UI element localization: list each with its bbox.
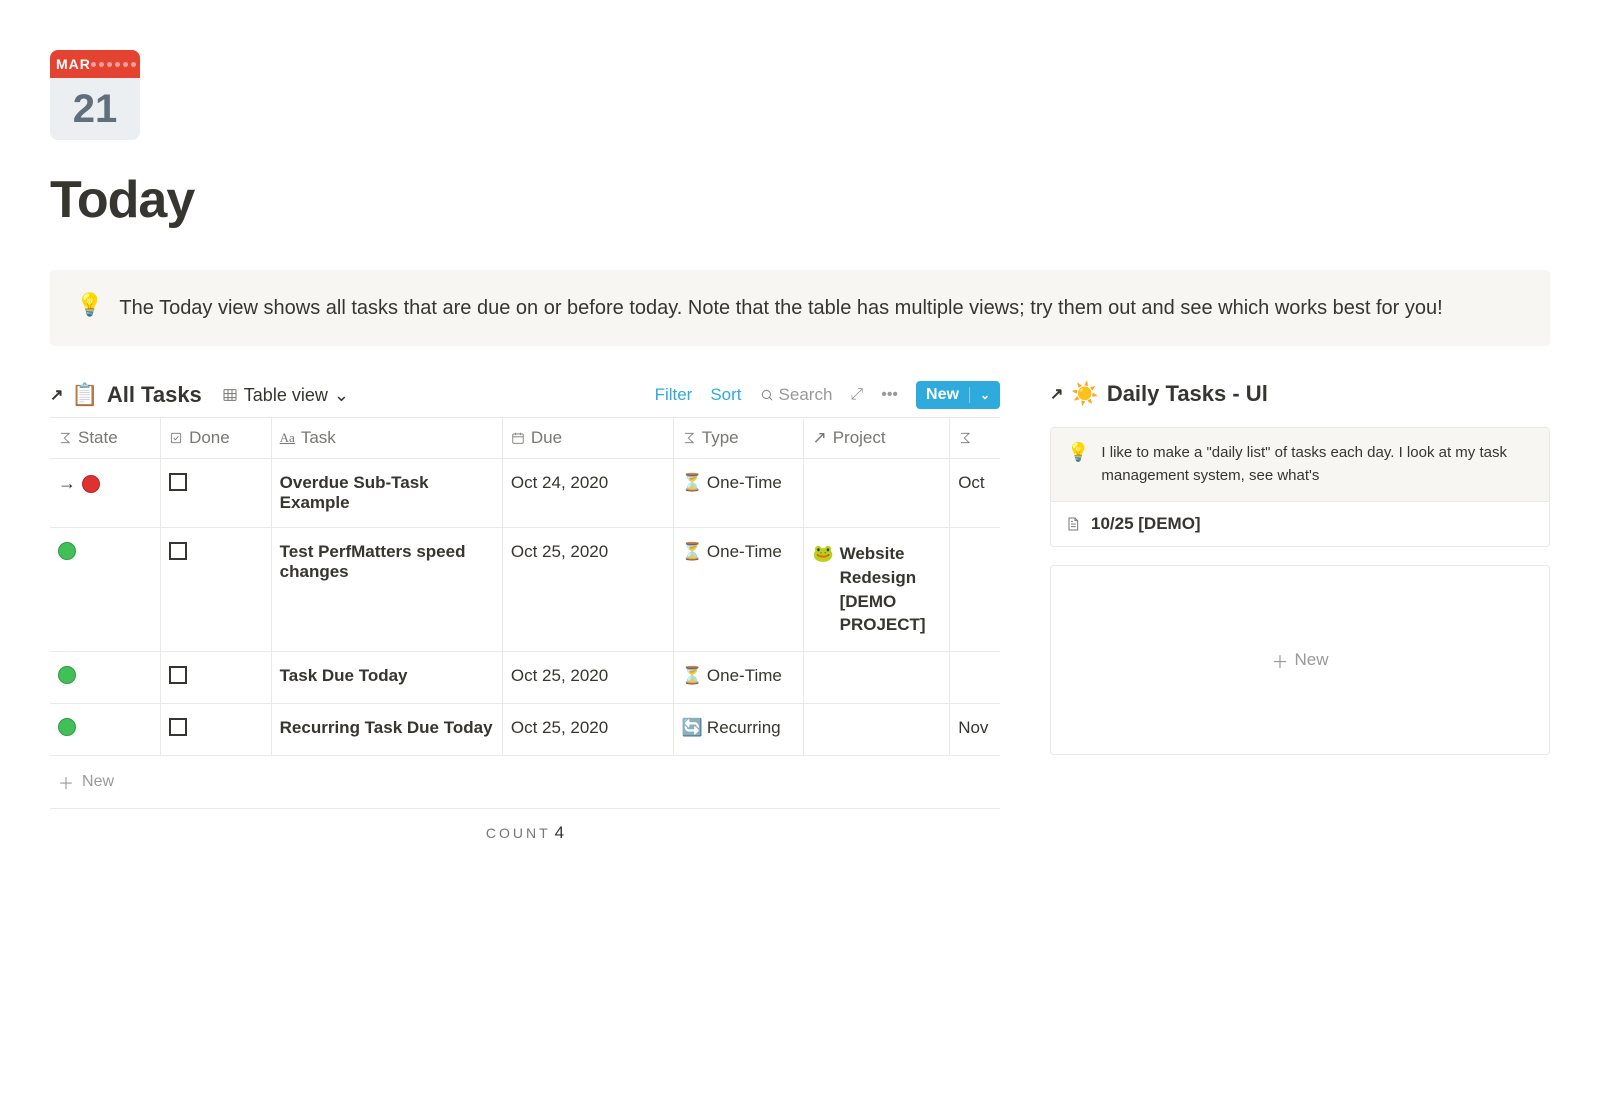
info-callout: 💡 The Today view shows all tasks that ar… xyxy=(50,270,1550,346)
type-icon: ⏳ xyxy=(682,473,703,493)
type-cell[interactable]: ⏳One-Time xyxy=(682,542,796,562)
lightbulb-icon: 💡 xyxy=(76,292,103,318)
search-button[interactable]: Search xyxy=(760,385,833,405)
page-icon[interactable]: MAR 21 xyxy=(50,50,140,140)
column-header-project[interactable]: ↗Project xyxy=(804,418,950,459)
task-name[interactable]: Task Due Today xyxy=(280,666,408,685)
table-icon xyxy=(222,387,238,403)
task-name[interactable]: Overdue Sub-Task Example xyxy=(280,473,429,512)
sidebar-database-title[interactable]: ↗ ☀️ Daily Tasks - Ul xyxy=(1050,381,1550,407)
extra-cell[interactable]: Nov xyxy=(950,704,1000,756)
state-dot xyxy=(58,542,76,560)
sigma-icon xyxy=(682,431,696,445)
page-icon xyxy=(1065,516,1081,532)
task-name[interactable]: Test PerfMatters speed changes xyxy=(280,542,466,581)
calendar-day: 21 xyxy=(50,78,140,140)
database-title[interactable]: ↗ 📋 All Tasks xyxy=(50,382,202,408)
sigma-icon xyxy=(958,431,972,445)
search-icon xyxy=(760,388,774,402)
extra-cell[interactable] xyxy=(950,652,1000,704)
view-selector[interactable]: Table view ⌄ xyxy=(222,385,349,406)
project-cell[interactable]: 🐸Website Redesign [DEMO PROJECT] xyxy=(812,542,941,637)
type-cell[interactable]: ⏳One-Time xyxy=(682,666,796,686)
done-checkbox[interactable] xyxy=(169,666,187,684)
extra-cell[interactable] xyxy=(950,528,1000,652)
open-link-icon: ↗ xyxy=(50,385,63,405)
column-header-due[interactable]: Due xyxy=(502,418,673,459)
lightbulb-icon: 💡 xyxy=(1067,442,1089,463)
sort-button[interactable]: Sort xyxy=(710,385,741,405)
extra-cell[interactable]: Oct xyxy=(950,459,1000,528)
type-cell[interactable]: 🔄Recurring xyxy=(682,718,796,738)
type-icon: 🔄 xyxy=(682,718,703,738)
type-icon: ⏳ xyxy=(682,542,703,562)
sidebar-item-card[interactable]: 💡 I like to make a "daily list" of tasks… xyxy=(1050,427,1550,547)
column-header-extra[interactable] xyxy=(950,418,1000,459)
done-checkbox[interactable] xyxy=(169,542,187,560)
plus-icon: ＋ xyxy=(1271,648,1288,673)
due-cell[interactable]: Oct 24, 2020 xyxy=(502,459,673,528)
due-cell[interactable]: Oct 25, 2020 xyxy=(502,528,673,652)
sidebar-new-card[interactable]: ＋ New xyxy=(1050,565,1550,755)
sun-icon: ☀️ xyxy=(1071,381,1098,407)
table-row[interactable]: Test PerfMatters speed changes Oct 25, 2… xyxy=(50,528,1000,652)
clipboard-icon: 📋 xyxy=(71,382,98,408)
calendar-month: MAR xyxy=(56,56,91,72)
add-row-button[interactable]: ＋ New xyxy=(50,756,1000,809)
column-header-type[interactable]: Type xyxy=(673,418,804,459)
due-cell[interactable]: Oct 25, 2020 xyxy=(502,704,673,756)
callout-text: The Today view shows all tasks that are … xyxy=(119,292,1442,324)
more-icon[interactable]: ••• xyxy=(881,386,898,404)
arrow-right-icon: → xyxy=(58,473,76,494)
table-row[interactable]: Task Due Today Oct 25, 2020 ⏳One-Time xyxy=(50,652,1000,704)
done-checkbox[interactable] xyxy=(169,718,187,736)
chevron-down-icon: ⌄ xyxy=(334,385,349,406)
checkbox-icon xyxy=(169,431,183,445)
sidebar-page-link[interactable]: 10/25 [DEMO] xyxy=(1051,501,1549,546)
sidebar-callout-text: I like to make a "daily list" of tasks e… xyxy=(1101,442,1533,487)
type-icon: ⏳ xyxy=(682,666,703,686)
state-dot xyxy=(58,666,76,684)
done-checkbox[interactable] xyxy=(169,473,187,491)
task-name[interactable]: Recurring Task Due Today xyxy=(280,718,493,737)
project-icon: 🐸 xyxy=(812,542,833,566)
state-dot xyxy=(58,718,76,736)
count-summary: COUNT4 xyxy=(50,809,1000,857)
type-cell[interactable]: ⏳One-Time xyxy=(682,473,796,493)
column-header-state[interactable]: State xyxy=(50,418,161,459)
sigma-icon xyxy=(58,431,72,445)
column-header-done[interactable]: Done xyxy=(161,418,272,459)
relation-icon: ↗ xyxy=(812,428,826,448)
calendar-icon xyxy=(511,431,525,445)
open-link-icon: ↗ xyxy=(1050,384,1063,404)
page-title[interactable]: Today xyxy=(50,170,1550,230)
due-cell[interactable]: Oct 25, 2020 xyxy=(502,652,673,704)
expand-icon[interactable]: ⤢ xyxy=(850,386,863,404)
table-row[interactable]: Recurring Task Due Today Oct 25, 2020 🔄R… xyxy=(50,704,1000,756)
new-button[interactable]: New ⌄ xyxy=(916,381,1000,409)
column-header-task[interactable]: AaTask xyxy=(271,418,502,459)
chevron-down-icon: ⌄ xyxy=(980,388,990,402)
table-row[interactable]: → Overdue Sub-Task Example Oct 24, 2020 … xyxy=(50,459,1000,528)
text-icon: Aa xyxy=(280,430,295,446)
filter-button[interactable]: Filter xyxy=(655,385,693,405)
tasks-table: State Done AaTask Due Type ↗Project → Ov… xyxy=(50,418,1000,756)
state-dot xyxy=(82,475,100,493)
plus-icon: ＋ xyxy=(58,770,74,794)
sidebar-callout: 💡 I like to make a "daily list" of tasks… xyxy=(1051,428,1549,501)
